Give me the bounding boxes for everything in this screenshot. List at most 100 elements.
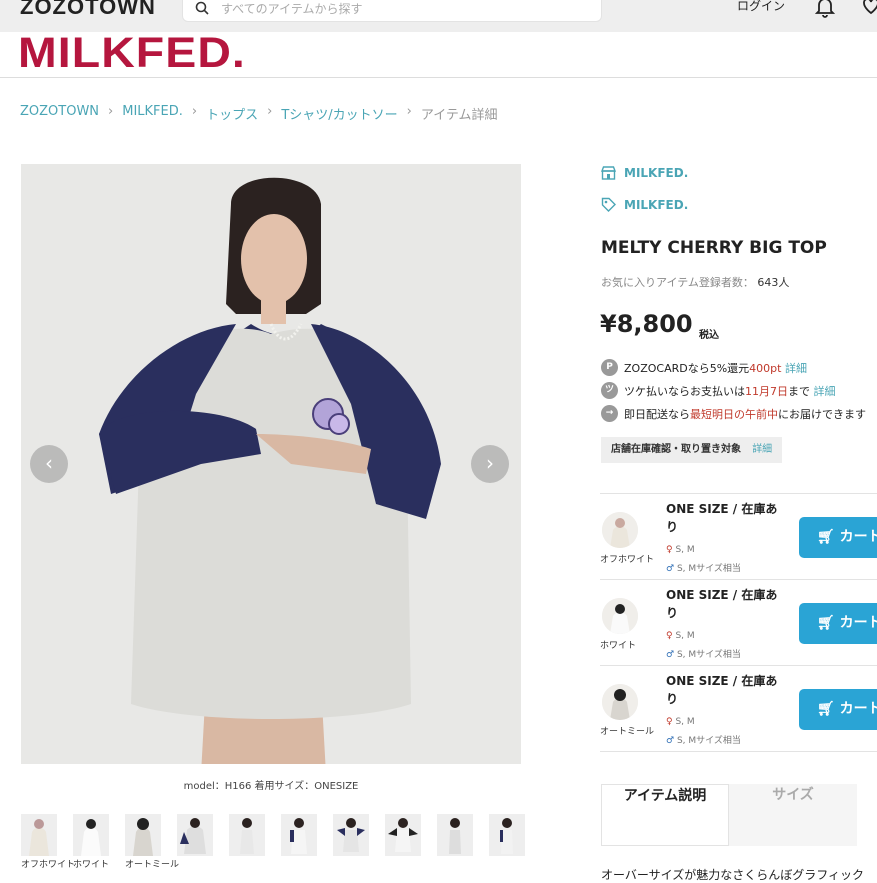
size-stock: ONE SIZE / 在庫あり — [666, 588, 778, 620]
thumbnail[interactable] — [229, 814, 265, 871]
shipping-info: → 即日配送なら最短明日の午前中にお届けできます — [601, 405, 866, 422]
cart-icon: 🛒︎ — [817, 615, 835, 631]
female-size: ♀ S, M — [666, 717, 695, 727]
gallery-prev-button[interactable]: ‹ — [30, 445, 68, 483]
color-name: ホワイト — [600, 641, 637, 651]
tsuke-info: ツ ツケ払いならお支払いは11月7日まで 詳細 — [601, 382, 836, 399]
tab-size[interactable]: サイズ — [729, 784, 857, 846]
thumbnail-image — [177, 814, 213, 856]
zozotown-logo[interactable]: ZOZOTOWN — [20, 0, 156, 20]
model-size-caption: model：H166 着用サイズ：ONESIZE — [183, 781, 359, 792]
points-icon: P — [601, 359, 618, 376]
thumbnail[interactable] — [437, 814, 473, 871]
tsuke-detail-link[interactable]: 詳細 — [814, 385, 836, 398]
shop-link[interactable]: MILKFED. — [601, 166, 688, 180]
male-icon: ♂ — [666, 650, 677, 660]
thumbnail-label: ホワイト — [73, 860, 110, 870]
cart-icon: 🛒︎ — [817, 529, 835, 545]
breadcrumb-link[interactable]: ZOZOTOWN — [20, 104, 99, 123]
thumbnail[interactable] — [385, 814, 421, 871]
shipping-text: 即日配送なら — [624, 407, 690, 421]
color-swatch[interactable] — [602, 598, 638, 634]
search-input[interactable]: すべてのアイテムから探す — [182, 0, 602, 22]
heart-icon[interactable] — [862, 0, 877, 16]
color-swatch[interactable] — [602, 684, 638, 720]
thumbnail[interactable] — [489, 814, 525, 871]
brand-name: MILKFED. — [624, 197, 689, 212]
favorite-label: お気に入りアイテム登録者数： — [601, 276, 754, 289]
favorite-number: 643人 — [757, 276, 790, 289]
site-header: ZOZOTOWN すべてのアイテムから探す ログイン — [0, 0, 877, 32]
breadcrumb-link[interactable]: Tシャツ/カットソー — [281, 104, 397, 123]
brand-link[interactable]: MILKFED. — [601, 197, 688, 212]
sku-row: オフホワイト ONE SIZE / 在庫あり ♀ S, M ♂ S, Mサイズ相… — [600, 494, 877, 580]
brand-header: MILKFED. — [0, 29, 877, 78]
zozocard-detail-link[interactable]: 詳細 — [785, 362, 807, 375]
thumbnail-image — [281, 814, 317, 856]
tab-item-description[interactable]: アイテム説明 — [601, 784, 729, 846]
female-size-text: S, M — [675, 717, 695, 727]
thumbnail[interactable] — [177, 814, 213, 871]
female-size: ♀ S, M — [666, 545, 695, 555]
store-stock-badge: 店舗在庫確認・取り置き対象 詳細 — [601, 437, 783, 463]
male-size-text: S, Mサイズ相当 — [676, 564, 741, 574]
thumbnail[interactable] — [333, 814, 369, 871]
breadcrumb-current: アイテム詳細 — [420, 108, 498, 123]
brand-logo[interactable]: MILKFED. — [18, 29, 246, 78]
color-swatch[interactable] — [602, 512, 638, 548]
male-size: ♂ S, Mサイズ相当 — [666, 733, 741, 746]
thumbnail-image — [437, 814, 473, 856]
size-stock: ONE SIZE / 在庫あり — [666, 502, 778, 534]
male-size: ♂ S, Mサイズ相当 — [666, 647, 741, 660]
shipping-post: にお届けできます — [778, 407, 866, 421]
female-size: ♀ S, M — [666, 631, 695, 641]
detail-tabs: アイテム説明 サイズ — [601, 784, 877, 846]
female-size-text: S, M — [675, 631, 695, 641]
thumbnail-label: オートミール — [125, 860, 180, 870]
cart-label: カート — [839, 529, 877, 545]
search-placeholder: すべてのアイテムから探す — [221, 2, 363, 16]
male-size-text: S, Mサイズ相当 — [676, 650, 741, 660]
thumbnail[interactable]: オートミール — [125, 814, 180, 871]
tag-icon — [601, 197, 616, 212]
chevron-right-icon: › — [108, 104, 114, 119]
zozocard-points: 400pt — [749, 361, 782, 375]
shipping-highlight: 最短明日の午前中 — [690, 407, 778, 421]
thumbnail[interactable]: オフホワイト — [21, 814, 76, 871]
tsuke-post: まで — [788, 384, 810, 398]
shop-icon — [601, 166, 616, 180]
chevron-right-icon: › — [267, 104, 273, 119]
color-name: オートミール — [600, 727, 655, 737]
gallery-next-button[interactable]: › — [471, 445, 509, 483]
tsuke-date: 11月7日 — [745, 384, 788, 398]
add-to-cart-button[interactable]: 🛒︎ カート — [799, 689, 877, 730]
breadcrumb-link[interactable]: トップス — [206, 104, 258, 123]
thumbnail-image — [385, 814, 421, 856]
thumbnail-image — [333, 814, 369, 856]
product-main-image[interactable] — [21, 164, 521, 764]
thumbnail-image — [21, 814, 57, 856]
chevron-right-icon: › — [191, 104, 198, 119]
login-link[interactable]: ログイン — [737, 0, 785, 14]
zozocard-text: ZOZOCARDなら5%還元 — [624, 361, 750, 375]
add-to-cart-button[interactable]: 🛒︎ カート — [799, 603, 877, 644]
female-size-text: S, M — [675, 545, 695, 555]
bell-icon[interactable] — [815, 0, 835, 18]
thumbnail-strip: オフホワイト ホワイト オートミール — [21, 814, 525, 871]
product-price: ¥8,800 — [600, 310, 693, 338]
product-title: MELTY CHERRY BIG TOP — [601, 238, 827, 258]
thumbnail[interactable]: ホワイト — [73, 814, 109, 871]
thumbnail[interactable] — [281, 814, 317, 871]
thumbnail-label: オフホワイト — [21, 860, 76, 870]
favorite-count: お気に入りアイテム登録者数： 643人 — [601, 274, 789, 290]
tsuke-text: ツケ払いならお支払いは — [624, 384, 745, 398]
thumbnail-image — [73, 814, 109, 856]
shop-name: MILKFED. — [624, 166, 689, 180]
size-stock: ONE SIZE / 在庫あり — [666, 674, 778, 706]
sku-row: ホワイト ONE SIZE / 在庫あり ♀ S, M ♂ S, Mサイズ相当 … — [600, 580, 877, 666]
male-size: ♂ S, Mサイズ相当 — [666, 561, 741, 574]
store-detail-link[interactable]: 詳細 — [752, 444, 772, 455]
breadcrumb-link[interactable]: MILKFED. — [122, 104, 183, 123]
add-to-cart-button[interactable]: 🛒︎ カート — [799, 517, 877, 558]
sku-row: オートミール ONE SIZE / 在庫あり ♀ S, M ♂ S, Mサイズ相… — [600, 666, 877, 752]
